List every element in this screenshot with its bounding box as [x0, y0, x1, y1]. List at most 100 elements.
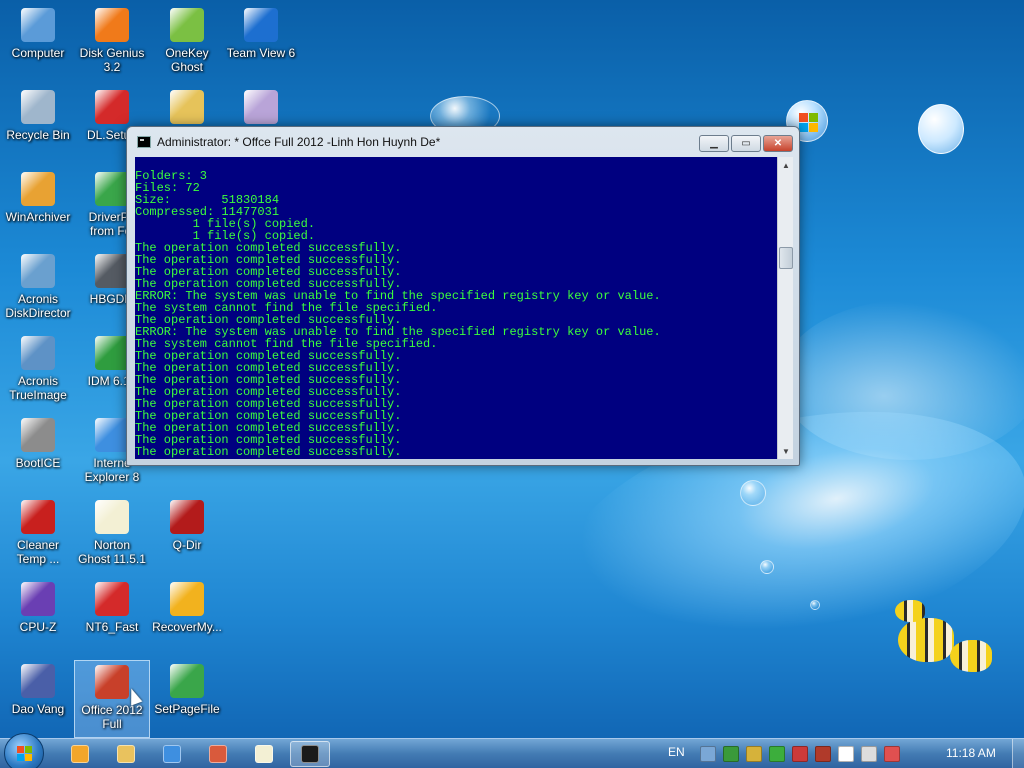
tools-icon — [95, 254, 129, 288]
water-bubble — [740, 480, 766, 506]
water-bubble — [760, 560, 774, 574]
desktop-shortcut-label: WinArchiver — [5, 210, 71, 224]
desktop-shortcut[interactable]: Dao Vang — [0, 660, 76, 738]
scroll-thumb[interactable] — [779, 247, 793, 269]
scroll-down-arrow-icon[interactable]: ▼ — [778, 443, 794, 459]
desktop-shortcut-label: Acronis TrueImage — [9, 374, 67, 402]
fish-graphic — [950, 640, 992, 672]
network-globe-icon[interactable] — [723, 746, 739, 762]
internet-explorer-icon — [95, 418, 129, 452]
paint-palette-icon — [170, 90, 204, 124]
window-titlebar[interactable]: Administrator: * Offce Full 2012 -Linh H… — [127, 127, 799, 157]
cpu-z-icon — [21, 582, 55, 616]
desktop-shortcut[interactable]: Norton Ghost 11.5.1 — [74, 496, 150, 574]
desktop-shortcut-label: NT6_Fast — [85, 620, 139, 634]
desktop-shortcut-label: CPU-Z — [19, 620, 57, 634]
scroll-up-arrow-icon[interactable]: ▲ — [778, 157, 794, 173]
recycle-bin-icon — [21, 90, 55, 124]
taskbar-button[interactable] — [290, 741, 330, 767]
taskbar: EN 11:18 AM — [0, 733, 1024, 768]
console-window[interactable]: Administrator: * Offce Full 2012 -Linh H… — [126, 126, 800, 466]
desktop-shortcut[interactable]: NT6_Fast — [74, 578, 150, 656]
start-button[interactable] — [4, 733, 44, 768]
desktop-shortcut-label: Team View 6 — [226, 46, 296, 60]
norton-ghost-icon — [95, 500, 129, 534]
internet-explorer-icon — [163, 745, 181, 763]
action-center-flag-icon[interactable] — [838, 746, 854, 762]
dl-setup-icon — [95, 90, 129, 124]
desktop-shortcut-label: Disk Genius 3.2 — [79, 46, 145, 74]
console-line: The operation completed successfully. — [135, 445, 402, 459]
setpagefile-icon — [170, 664, 204, 698]
antivirus-icon[interactable] — [746, 746, 762, 762]
desktop-shortcut[interactable]: Acronis TrueImage — [0, 332, 76, 410]
security-shield-icon[interactable] — [792, 746, 808, 762]
desktop-shortcut[interactable]: CPU-Z — [0, 578, 76, 656]
bootice-icon — [21, 418, 55, 452]
window-title: Administrator: * Offce Full 2012 -Linh H… — [157, 135, 441, 149]
desktop-shortcut-label: BootICE — [15, 456, 61, 470]
language-indicator[interactable]: EN — [668, 745, 685, 759]
computer-icon — [21, 8, 55, 42]
onekey-ghost-icon — [170, 8, 204, 42]
update-icon[interactable] — [769, 746, 785, 762]
taskbar-button[interactable] — [106, 741, 146, 767]
desktop-shortcut[interactable]: Cleaner Temp ... — [0, 496, 76, 574]
desktop-shortcut-label: Computer — [11, 46, 65, 60]
display-icon[interactable] — [861, 746, 877, 762]
recover-my-files-icon — [170, 582, 204, 616]
desktop-shortcut[interactable]: Disk Genius 3.2 — [74, 4, 150, 82]
office-installer-icon — [95, 665, 129, 699]
desktop-shortcut[interactable]: Team View 6 — [223, 4, 299, 82]
fish-graphic — [898, 618, 954, 662]
maximize-button[interactable]: ▭ — [731, 135, 761, 152]
console-scrollbar[interactable]: ▲ ▼ — [777, 157, 793, 459]
file-explorer-icon — [117, 745, 135, 763]
volume-muted-icon[interactable] — [884, 746, 900, 762]
fish-graphic — [895, 600, 925, 622]
show-desktop-button[interactable] — [1012, 739, 1024, 768]
desktop-shortcut-label: Cleaner Temp ... — [16, 538, 60, 566]
media-player-icon — [71, 745, 89, 763]
desktop-shortcut-label: Recycle Bin — [6, 128, 70, 142]
desktop-shortcut[interactable]: WinArchiver — [0, 168, 76, 246]
desktop-shortcut-label: Norton Ghost 11.5.1 — [78, 538, 146, 566]
desktop-shortcut[interactable]: Computer — [0, 4, 76, 82]
ccleaner-icon — [21, 500, 55, 534]
desktop-shortcut-label: RecoverMy... — [152, 620, 222, 634]
taskbar-button[interactable] — [198, 741, 238, 767]
command-prompt-icon — [301, 745, 319, 763]
clock[interactable]: 11:18 AM — [946, 746, 996, 760]
desktop-shortcut-label: Dao Vang — [11, 702, 65, 716]
system-tray — [700, 746, 907, 762]
console-line: Folders: 3 — [135, 169, 208, 183]
console-output[interactable]: Folders: 3 Files: 72 Size: 51830184 Compres… — [135, 157, 777, 459]
desktop-shortcut[interactable]: BootICE — [0, 414, 76, 492]
tool-icon[interactable] — [815, 746, 831, 762]
desktop-shortcut[interactable]: Recycle Bin — [0, 86, 76, 164]
desktop-shortcut-label: Acronis DiskDirector — [5, 292, 71, 320]
ghost-icon — [255, 745, 273, 763]
usb-icon[interactable] — [700, 746, 716, 762]
desktop-shortcut-label: Q-Dir — [172, 538, 202, 552]
taskbar-button[interactable] — [60, 741, 100, 767]
brand-logo — [918, 104, 964, 154]
desktop-shortcut[interactable]: Q-Dir — [149, 496, 225, 574]
dao-vang-icon — [21, 664, 55, 698]
minimize-button[interactable]: ▁ — [699, 135, 729, 152]
desktop-shortcut-label: Office 2012 Full — [81, 703, 143, 731]
acronis-diskdirector-icon — [21, 254, 55, 288]
windows-flag-icon — [17, 746, 33, 762]
desktop-shortcut[interactable]: RecoverMy... — [149, 578, 225, 656]
idm-icon — [95, 336, 129, 370]
disk-genius-icon — [95, 8, 129, 42]
taskbar-button[interactable] — [244, 741, 284, 767]
desktop-shortcut[interactable]: OneKey Ghost — [149, 4, 225, 82]
desktop-shortcut[interactable]: SetPageFile — [149, 660, 225, 738]
command-prompt-icon — [137, 136, 151, 148]
taskbar-button[interactable] — [152, 741, 192, 767]
nt6-fast-icon — [95, 582, 129, 616]
close-button[interactable]: ✕ — [763, 135, 793, 152]
desktop-shortcut[interactable]: Acronis DiskDirector — [0, 250, 76, 328]
desktop-shortcut-label: SetPageFile — [154, 702, 220, 716]
